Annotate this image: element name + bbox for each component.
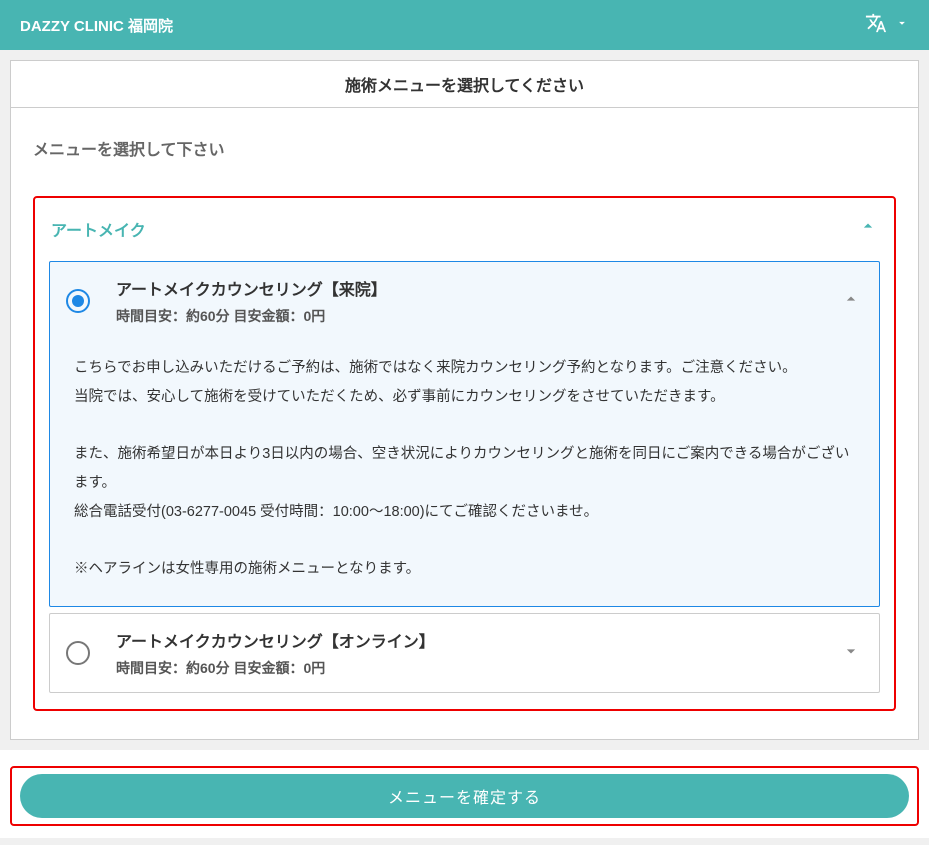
body-area: 施術メニューを選択してください メニューを選択して下さい アートメイク アートメ… [0, 60, 929, 740]
highlight-box-category: アートメイク アートメイクカウンセリング【来院】 時間目安：約60分 目安金額：… [33, 196, 896, 711]
instruction-bar: 施術メニューを選択してください [10, 60, 919, 108]
category-title: アートメイク [51, 217, 146, 241]
menu-option-visit: アートメイクカウンセリング【来院】 時間目安：約60分 目安金額：0円 こちらで… [49, 261, 880, 607]
highlight-box-footer: メニューを確定する [10, 766, 919, 826]
chevron-down-icon [895, 16, 909, 35]
confirm-menu-button[interactable]: メニューを確定する [20, 774, 909, 818]
chevron-up-icon [841, 289, 861, 314]
radio-unselected-icon[interactable] [66, 641, 90, 665]
app-header: DAZZY CLINIC 福岡院 [0, 0, 929, 50]
main-panel: メニューを選択して下さい アートメイク アートメイクカウンセリング【来院】 時間… [10, 108, 919, 740]
section-label: メニューを選択して下さい [33, 136, 896, 160]
category-header[interactable]: アートメイク [47, 210, 882, 255]
option-row-online[interactable]: アートメイクカウンセリング【オンライン】 時間目安：約60分 目安金額：0円 [50, 614, 879, 692]
footer-bar: メニューを確定する [0, 750, 929, 838]
option-text-block: アートメイクカウンセリング【オンライン】 時間目安：約60分 目安金額：0円 [116, 628, 841, 678]
option-title: アートメイクカウンセリング【オンライン】 [116, 628, 841, 652]
option-text-block: アートメイクカウンセリング【来院】 時間目安：約60分 目安金額：0円 [116, 276, 841, 326]
language-switcher[interactable] [865, 12, 909, 39]
option-subtitle: 時間目安：約60分 目安金額：0円 [116, 658, 841, 678]
translate-icon [865, 12, 887, 39]
chevron-down-icon [841, 641, 861, 666]
detail-line: 総合電話受付(03-6277-0045 受付時間：10:00〜18:00)にてご… [74, 498, 855, 527]
menu-option-online: アートメイクカウンセリング【オンライン】 時間目安：約60分 目安金額：0円 [49, 613, 880, 693]
option-row-visit[interactable]: アートメイクカウンセリング【来院】 時間目安：約60分 目安金額：0円 [50, 262, 879, 340]
option-title: アートメイクカウンセリング【来院】 [116, 276, 841, 300]
clinic-title: DAZZY CLINIC 福岡院 [20, 15, 173, 36]
radio-selected-icon[interactable] [66, 289, 90, 313]
detail-line: ※ヘアラインは女性専用の施術メニューとなります。 [74, 555, 855, 584]
option-subtitle: 時間目安：約60分 目安金額：0円 [116, 306, 841, 326]
option-detail: こちらでお申し込みいただけるご予約は、施術ではなく来院カウンセリング予約となりま… [50, 354, 879, 606]
detail-line: また、施術希望日が本日より3日以内の場合、空き状況によりカウンセリングと施術を同… [74, 440, 855, 498]
detail-line: こちらでお申し込みいただけるご予約は、施術ではなく来院カウンセリング予約となりま… [74, 354, 855, 383]
chevron-up-icon [858, 216, 878, 241]
detail-line: 当院では、安心して施術を受けていただくため、必ず事前にカウンセリングをさせていた… [74, 383, 855, 412]
instruction-text: 施術メニューを選択してください [345, 72, 584, 96]
